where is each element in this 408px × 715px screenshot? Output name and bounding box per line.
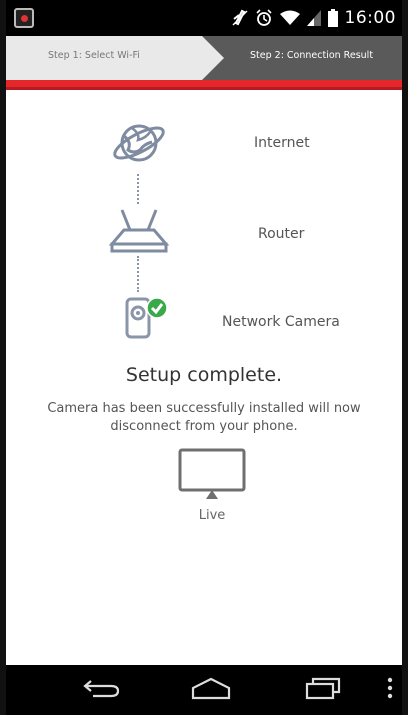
- live-label: Live: [198, 508, 226, 523]
- home-icon: [189, 676, 233, 704]
- app-notification-icon: [14, 8, 34, 28]
- menu-icon: [387, 677, 393, 703]
- clock: 16:00: [344, 8, 396, 28]
- router-label: Router: [258, 226, 305, 242]
- recent-apps-icon: [303, 676, 343, 704]
- back-icon: [81, 677, 121, 703]
- back-button[interactable]: [76, 675, 126, 705]
- globe-icon: [110, 120, 168, 170]
- battery-icon: [327, 9, 338, 27]
- signal-icon: [306, 10, 321, 26]
- alarm-icon: [255, 9, 273, 27]
- internet-label: Internet: [254, 135, 310, 151]
- step-2-label: Step 2: Connection Result: [250, 50, 374, 61]
- step-indicator: Step 1: Select Wi-Fi Step 2: Connection …: [6, 36, 402, 80]
- setup-complete-message: Camera has been successfully installed w…: [47, 401, 361, 434]
- connection-line: [137, 174, 141, 204]
- setup-complete-title: Setup complete.: [125, 364, 283, 386]
- step-1: Step 1: Select Wi-Fi: [6, 36, 224, 80]
- mute-icon: [231, 9, 248, 27]
- monitor-icon: [178, 446, 246, 510]
- accent-divider: [6, 80, 402, 90]
- connection-line: [137, 256, 141, 292]
- connection-result-panel: Internet Router Network Camera Setup com…: [6, 90, 402, 665]
- status-icons: 16:00: [231, 6, 397, 30]
- status-bar: 16:00: [6, 0, 402, 36]
- navigation-bar: [6, 665, 402, 715]
- home-button[interactable]: [186, 675, 236, 705]
- step-1-label: Step 1: Select Wi-Fi: [48, 50, 140, 61]
- router-icon: [108, 208, 170, 258]
- live-button[interactable]: Live: [178, 446, 246, 526]
- success-check-icon: [146, 297, 168, 323]
- recent-apps-button[interactable]: [298, 675, 348, 705]
- network-camera-label: Network Camera: [222, 314, 340, 330]
- overflow-menu-button[interactable]: [382, 675, 398, 705]
- wifi-icon: [279, 10, 300, 26]
